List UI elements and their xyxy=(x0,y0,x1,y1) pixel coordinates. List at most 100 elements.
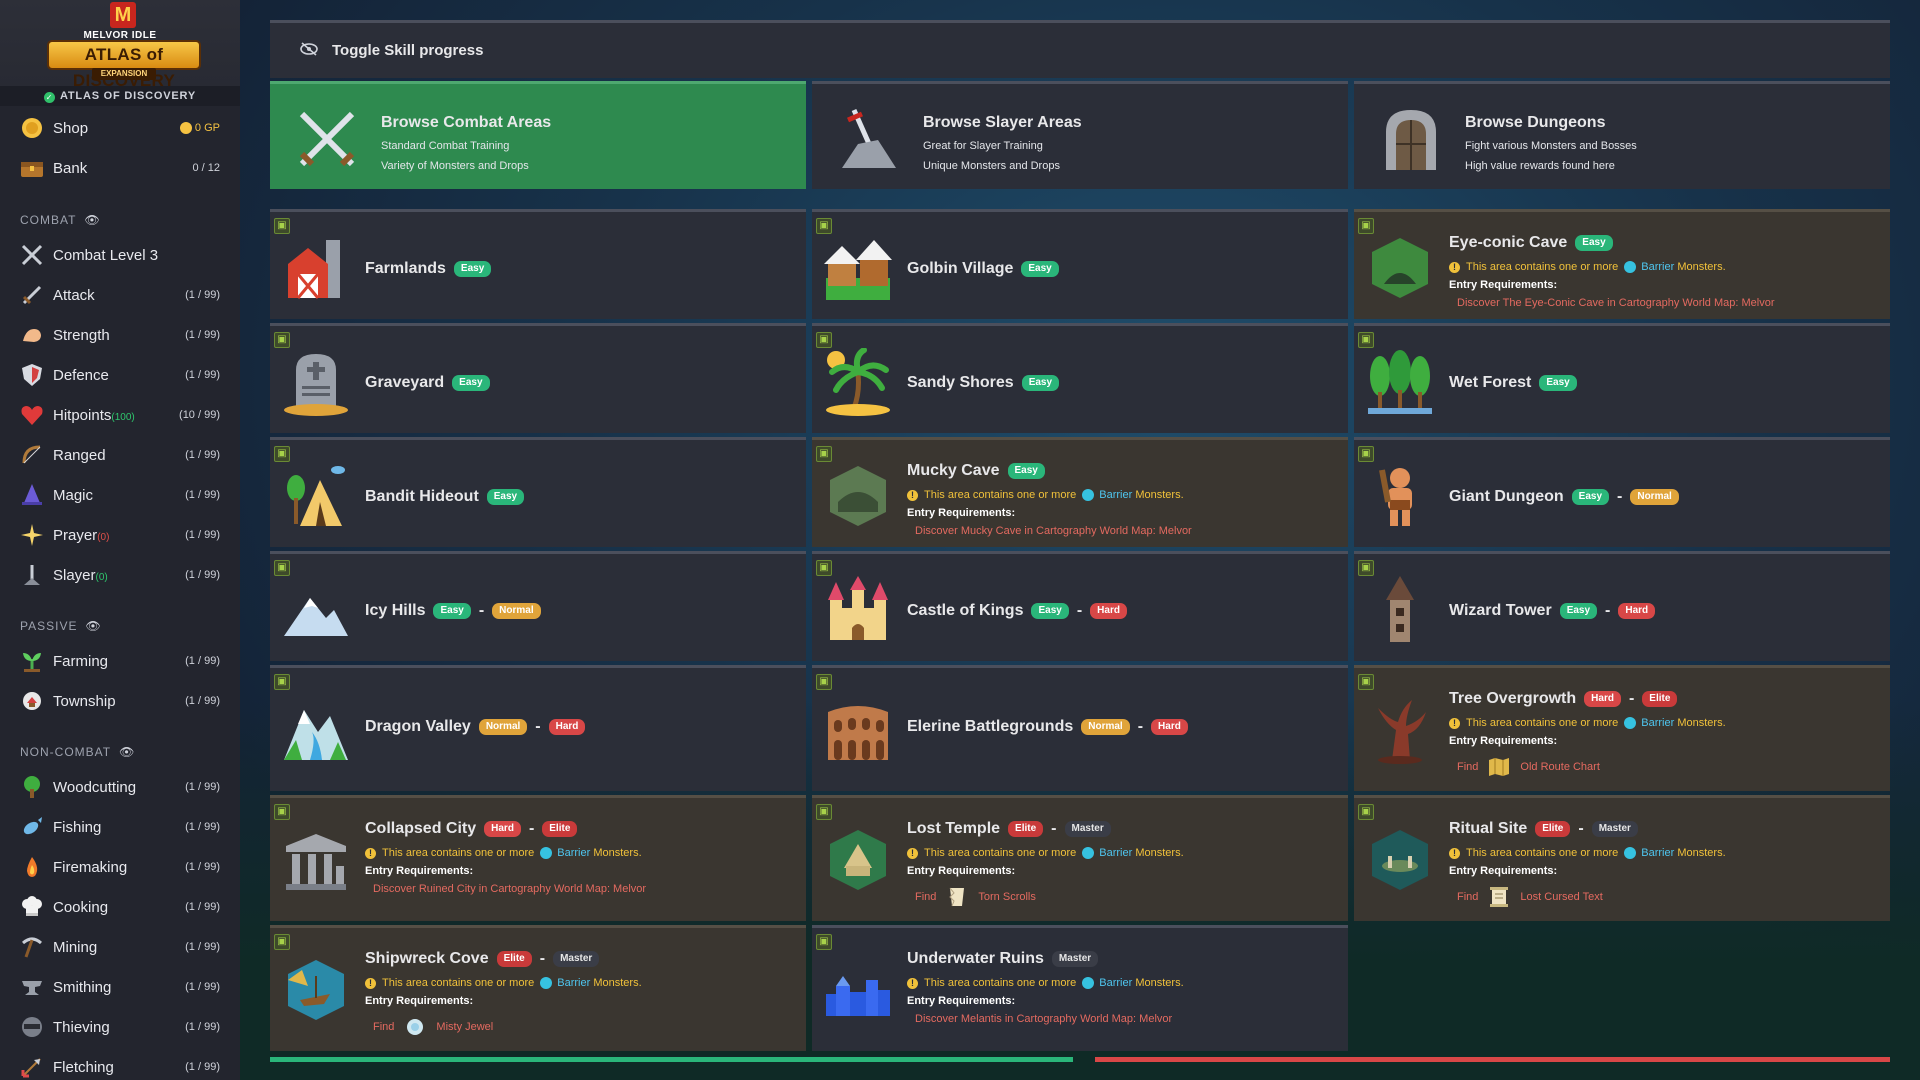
sidebar-item-slayer[interactable]: Slayer(0) (1 / 99) xyxy=(0,555,240,595)
sidebar-item-smithing[interactable]: Smithing (1 / 99) xyxy=(0,967,240,1007)
area-card-farmlands[interactable]: ▣ Farmlands Easy xyxy=(270,209,806,319)
sidebar-item-prayer[interactable]: Prayer(0) (1 / 99) xyxy=(0,515,240,555)
difficulty-badge: Master xyxy=(1064,821,1111,837)
game-logo[interactable]: M MELVOR IDLE ATLAS of DISCOVERY EXPANSI… xyxy=(0,0,240,106)
area-card-bandit-hideout[interactable]: ▣ Bandit Hideout Easy xyxy=(270,437,806,547)
pickaxe-icon xyxy=(19,934,45,960)
shop-coin-icon xyxy=(19,115,45,141)
area-title-row: Graveyard Easy xyxy=(365,374,490,392)
expansion-label: ✓ ATLAS OF DISCOVERY xyxy=(0,86,240,106)
gravestone-icon xyxy=(282,348,350,416)
requirement-find: Find Old Route Chart xyxy=(1457,757,1600,777)
warning-icon: ! xyxy=(1449,261,1460,273)
sidebar-item-magic[interactable]: Magic (1 / 99) xyxy=(0,475,240,515)
sidebar-item-cooking[interactable]: Cooking (1 / 99) xyxy=(0,887,240,927)
area-card-golbin-village[interactable]: ▣ Golbin Village Easy xyxy=(812,209,1348,319)
requirement-text: Discover Mucky Cave in Cartography World… xyxy=(915,525,1192,537)
palm-tree-icon xyxy=(824,347,892,416)
cartography-marker-icon: ▣ xyxy=(1358,446,1374,462)
sword-icon xyxy=(19,282,45,308)
sidebar-item-defence[interactable]: Defence (1 / 99) xyxy=(0,355,240,395)
sidebar-item-firemaking[interactable]: Firemaking (1 / 99) xyxy=(0,847,240,887)
wizard-hat-icon xyxy=(19,482,45,508)
area-card-underwater-ruins[interactable]: ▣ Underwater Ruins Master ! This area cont… xyxy=(812,925,1348,1051)
area-card-graveyard[interactable]: ▣ Graveyard Easy xyxy=(270,323,806,433)
difficulty-badge: Easy xyxy=(1539,375,1577,391)
sidebar-item-woodcutting[interactable]: Woodcutting (1 / 99) xyxy=(0,767,240,807)
warning-icon: ! xyxy=(1449,717,1460,729)
sidebar-item-bank[interactable]: Bank 0 / 12 xyxy=(0,148,240,188)
barrier-icon xyxy=(1082,977,1095,989)
area-card-shipwreck-cove[interactable]: ▣ Shipwreck Cove Elite - Master ! This area … xyxy=(270,925,806,1051)
cartography-marker-icon: ▣ xyxy=(816,560,832,576)
area-card-mucky-cave[interactable]: ▣ Mucky Cave Easy ! This area contains one… xyxy=(812,437,1348,547)
sidebar-item-combat-level[interactable]: Combat Level 3 xyxy=(0,235,240,275)
difficulty-badge: Easy xyxy=(1575,235,1613,251)
gp-counter: 0 GP xyxy=(179,122,220,134)
fish-icon xyxy=(19,814,45,840)
area-title-row: Collapsed City Hard - Elite xyxy=(365,820,578,838)
township-icon xyxy=(19,688,45,714)
sidebar-item-hitpoints[interactable]: Hitpoints(100) (10 / 99) xyxy=(0,395,240,435)
area-card-eye-conic-cave[interactable]: ▣ Eye-conic Cave Easy ! This area contains… xyxy=(1354,209,1890,319)
underwater-city-icon xyxy=(824,956,892,1024)
entry-requirements-label: Entry Requirements: xyxy=(907,865,1016,877)
browse-line1: Standard Combat Training xyxy=(381,140,510,152)
browse-slayer-areas-button[interactable]: Browse Slayer Areas Great for Slayer Tra… xyxy=(812,81,1348,189)
area-card-lost-temple[interactable]: ▣ Lost Temple Elite - Master ! This area con… xyxy=(812,795,1348,921)
difficulty-badge: Normal xyxy=(1630,489,1679,505)
fire-icon xyxy=(19,854,45,880)
cartography-marker-icon: ▣ xyxy=(816,218,832,234)
difficulty-badge: Hard xyxy=(1090,603,1127,619)
warning-icon: ! xyxy=(907,489,918,501)
browse-combat-areas-button[interactable]: Browse Combat Areas Standard Combat Trai… xyxy=(270,81,806,189)
sidebar-item-attack[interactable]: Attack (1 / 99) xyxy=(0,275,240,315)
browse-line1: Fight various Monsters and Bosses xyxy=(1465,140,1637,152)
section-header-combat: COMBAT 👁 xyxy=(20,213,101,227)
area-title-row: Shipwreck Cove Elite - Master xyxy=(365,950,600,968)
area-card-giant-dungeon[interactable]: ▣ Giant Dungeon Easy - Normal xyxy=(1354,437,1890,547)
cartography-marker-icon: ▣ xyxy=(816,804,832,820)
warning-icon: ! xyxy=(365,847,376,859)
area-card-wet-forest[interactable]: ▣ Wet Forest Easy xyxy=(1354,323,1890,433)
difficulty-badge: Easy xyxy=(1021,375,1060,391)
prayer-star-icon xyxy=(19,522,45,548)
barrier-icon xyxy=(1082,489,1095,501)
entry-requirements-label: Entry Requirements: xyxy=(907,995,1016,1007)
area-card-elerine-battlegrounds[interactable]: ▣ Elerine Battlegrounds Normal - Hard xyxy=(812,665,1348,791)
sidebar-item-fletching[interactable]: Fletching (1 / 99) xyxy=(0,1047,240,1080)
area-card-icy-hills[interactable]: ▣ Icy Hills Easy - Normal xyxy=(270,551,806,661)
area-card-tree-overgrowth[interactable]: ▣ Tree Overgrowth Hard - Elite ! This area c… xyxy=(1354,665,1890,791)
arrow-icon xyxy=(19,1054,45,1080)
entry-requirements-label: Entry Requirements: xyxy=(1449,735,1558,747)
toggle-skill-progress-button[interactable]: Toggle Skill progress xyxy=(270,20,1890,78)
barrier-warning: ! This area contains one or more Barrier M… xyxy=(1449,847,1726,859)
sidebar-item-mining[interactable]: Mining (1 / 99) xyxy=(0,927,240,967)
sidebar-item-strength[interactable]: Strength (1 / 99) xyxy=(0,315,240,355)
area-card-dragon-valley[interactable]: ▣ Dragon Valley Normal - Hard xyxy=(270,665,806,791)
area-card-sandy-shores[interactable]: ▣ Sandy Shores Easy xyxy=(812,323,1348,433)
torn-scroll-icon xyxy=(946,887,968,907)
area-card-castle-of-kings[interactable]: ▣ Castle of Kings Easy - Hard xyxy=(812,551,1348,661)
sidebar-item-farming[interactable]: Farming (1 / 99) xyxy=(0,641,240,681)
sidebar-item-thieving[interactable]: Thieving (1 / 99) xyxy=(0,1007,240,1047)
sidebar-item-fishing[interactable]: Fishing (1 / 99) xyxy=(0,807,240,847)
slayer-sword-icon xyxy=(19,562,45,588)
sidebar-item-shop[interactable]: Shop 0 GP xyxy=(0,108,240,148)
barrier-warning: ! This area contains one or more Barrier M… xyxy=(365,977,642,989)
area-card-wizard-tower[interactable]: ▣ Wizard Tower Easy - Hard xyxy=(1354,551,1890,661)
lost-temple-hexagon-icon xyxy=(824,826,892,894)
browse-dungeons-button[interactable]: Browse Dungeons Fight various Monsters a… xyxy=(1354,81,1890,189)
area-title-row: Golbin Village Easy xyxy=(907,260,1059,278)
eye-icon[interactable]: 👁 xyxy=(84,213,100,227)
barrier-warning: ! This area contains one or more Barrier M… xyxy=(365,847,642,859)
difficulty-badge: Elite xyxy=(1535,821,1571,837)
area-card-ritual-site[interactable]: ▣ Ritual Site Elite - Master ! This area con… xyxy=(1354,795,1890,921)
sidebar-item-township[interactable]: Township (1 / 99) xyxy=(0,681,240,721)
sidebar-item-ranged[interactable]: Ranged (1 / 99) xyxy=(0,435,240,475)
eye-icon[interactable]: 👁 xyxy=(119,745,135,759)
area-card-collapsed-city[interactable]: ▣ Collapsed City Hard - Elite ! This area co… xyxy=(270,795,806,921)
area-title-row: Tree Overgrowth Hard - Elite xyxy=(1449,690,1678,708)
eye-icon[interactable]: 👁 xyxy=(85,619,101,633)
next-section-red-bar xyxy=(1095,1057,1890,1062)
